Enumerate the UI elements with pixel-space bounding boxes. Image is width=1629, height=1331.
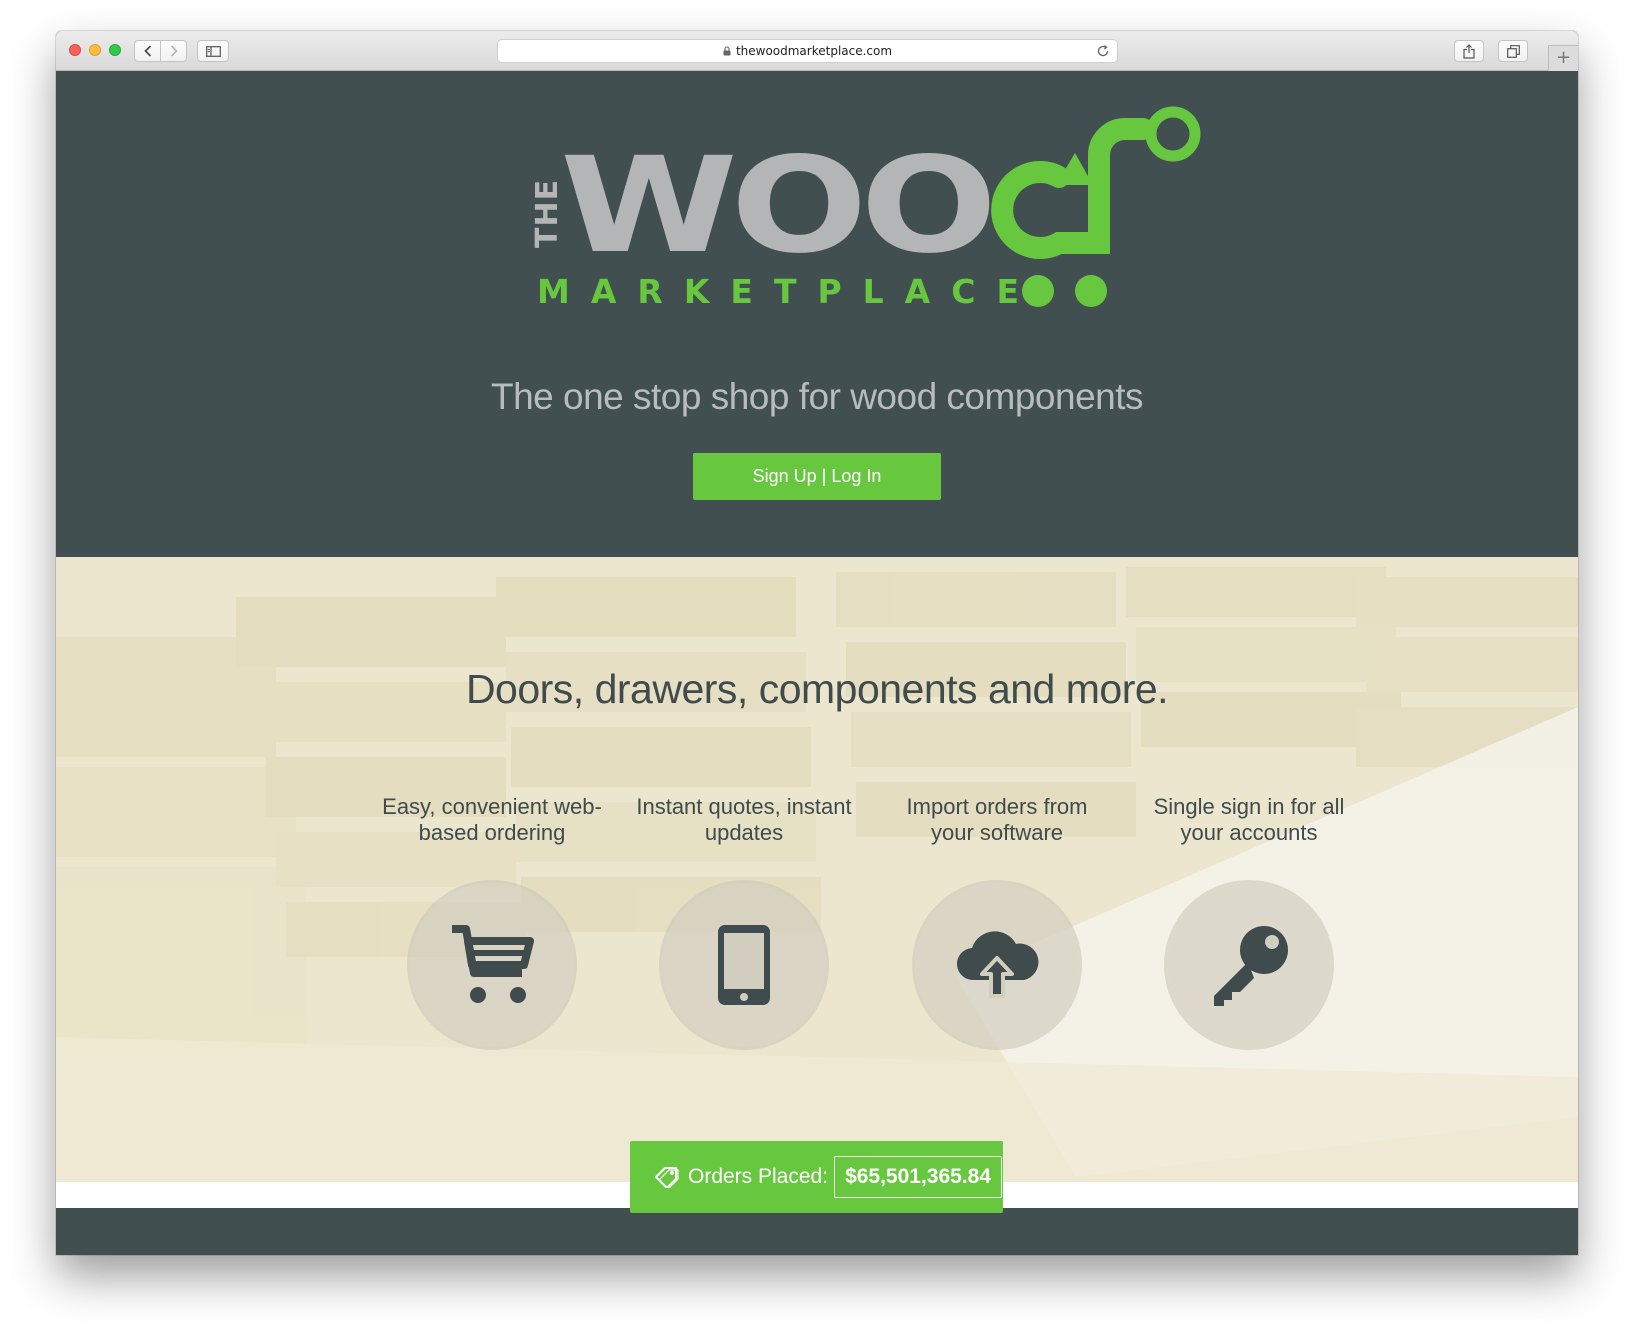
logo-ring xyxy=(1145,106,1201,162)
feature-icon-circle xyxy=(410,883,574,1047)
feature-web-ordering: Easy, convenient web-based ordering xyxy=(377,794,607,1047)
browser-toolbar: thewoodmarketplace.com + xyxy=(56,31,1578,71)
address-bar[interactable]: thewoodmarketplace.com xyxy=(497,39,1118,63)
new-tab-button[interactable]: + xyxy=(1548,45,1578,71)
minimize-window-button[interactable] xyxy=(89,44,101,56)
features-overlay xyxy=(56,557,1578,1182)
close-window-button[interactable] xyxy=(69,44,81,56)
phone-icon xyxy=(718,925,770,1005)
browser-window: thewoodmarketplace.com + THE WOO MARKETP… xyxy=(56,31,1578,1255)
feature-icon-circle xyxy=(1167,883,1331,1047)
key-icon xyxy=(1214,926,1288,1006)
share-icon xyxy=(1463,43,1475,59)
feature-instant-quotes: Instant quotes, instant updates xyxy=(629,794,859,1047)
signup-login-button[interactable]: Sign Up | Log In xyxy=(693,453,941,500)
features-title: Doors, drawers, components and more. xyxy=(465,666,1169,712)
reload-icon[interactable] xyxy=(1096,44,1110,58)
logo-cart-wheel-left xyxy=(1022,275,1054,307)
feature-icon-circle xyxy=(915,883,1079,1047)
orders-placed-badge: Orders Placed: $65,501,365.84 xyxy=(630,1141,1003,1213)
logo-green-d xyxy=(991,118,1154,259)
feature-text: Import orders from your software xyxy=(906,794,1088,845)
orders-placed-value: $65,501,365.84 xyxy=(834,1156,1003,1198)
feature-text: Easy, convenient web-based ordering xyxy=(382,794,602,845)
feature-icon-circle xyxy=(662,883,826,1047)
show-tabs-button[interactable] xyxy=(1498,40,1528,62)
feature-text: Instant quotes, instant updates xyxy=(636,794,852,845)
sidebar-toggle-button[interactable] xyxy=(197,40,229,62)
lock-icon xyxy=(723,46,731,56)
zoom-window-button[interactable] xyxy=(109,44,121,56)
chevron-left-icon xyxy=(143,45,151,57)
wood-marketplace-logo: THE WOO MARKETPLACE xyxy=(530,106,1201,311)
hero-tagline: The one stop shop for wood components xyxy=(490,376,1144,417)
back-button[interactable] xyxy=(134,40,161,62)
sidebar-icon xyxy=(205,45,221,57)
hero-section: THE WOO MARKETPLACE The one stop shop fo… xyxy=(56,71,1578,557)
feature-single-sign-in: Single sign in for all your accounts xyxy=(1134,794,1364,1047)
feature-import-orders: Import orders from your software xyxy=(882,794,1112,1047)
forward-button[interactable] xyxy=(160,40,187,62)
footer-band xyxy=(56,1208,1578,1255)
features-section: Doors, drawers, components and more. Eas… xyxy=(56,557,1578,1182)
address-bar-url: thewoodmarketplace.com xyxy=(735,44,893,58)
logo-word-wood: WOO xyxy=(560,129,990,283)
tag-icon xyxy=(655,1167,679,1188)
tabs-icon xyxy=(1506,44,1520,58)
feature-text: Single sign in for all your accounts xyxy=(1153,794,1345,845)
share-button[interactable] xyxy=(1454,40,1484,62)
cart-icon xyxy=(452,925,534,1003)
cloud-upload-icon xyxy=(956,931,1039,998)
chevron-right-icon xyxy=(170,45,178,57)
orders-placed-label: Orders Placed: xyxy=(688,1165,829,1188)
logo-cart-wheel-right xyxy=(1075,275,1107,307)
